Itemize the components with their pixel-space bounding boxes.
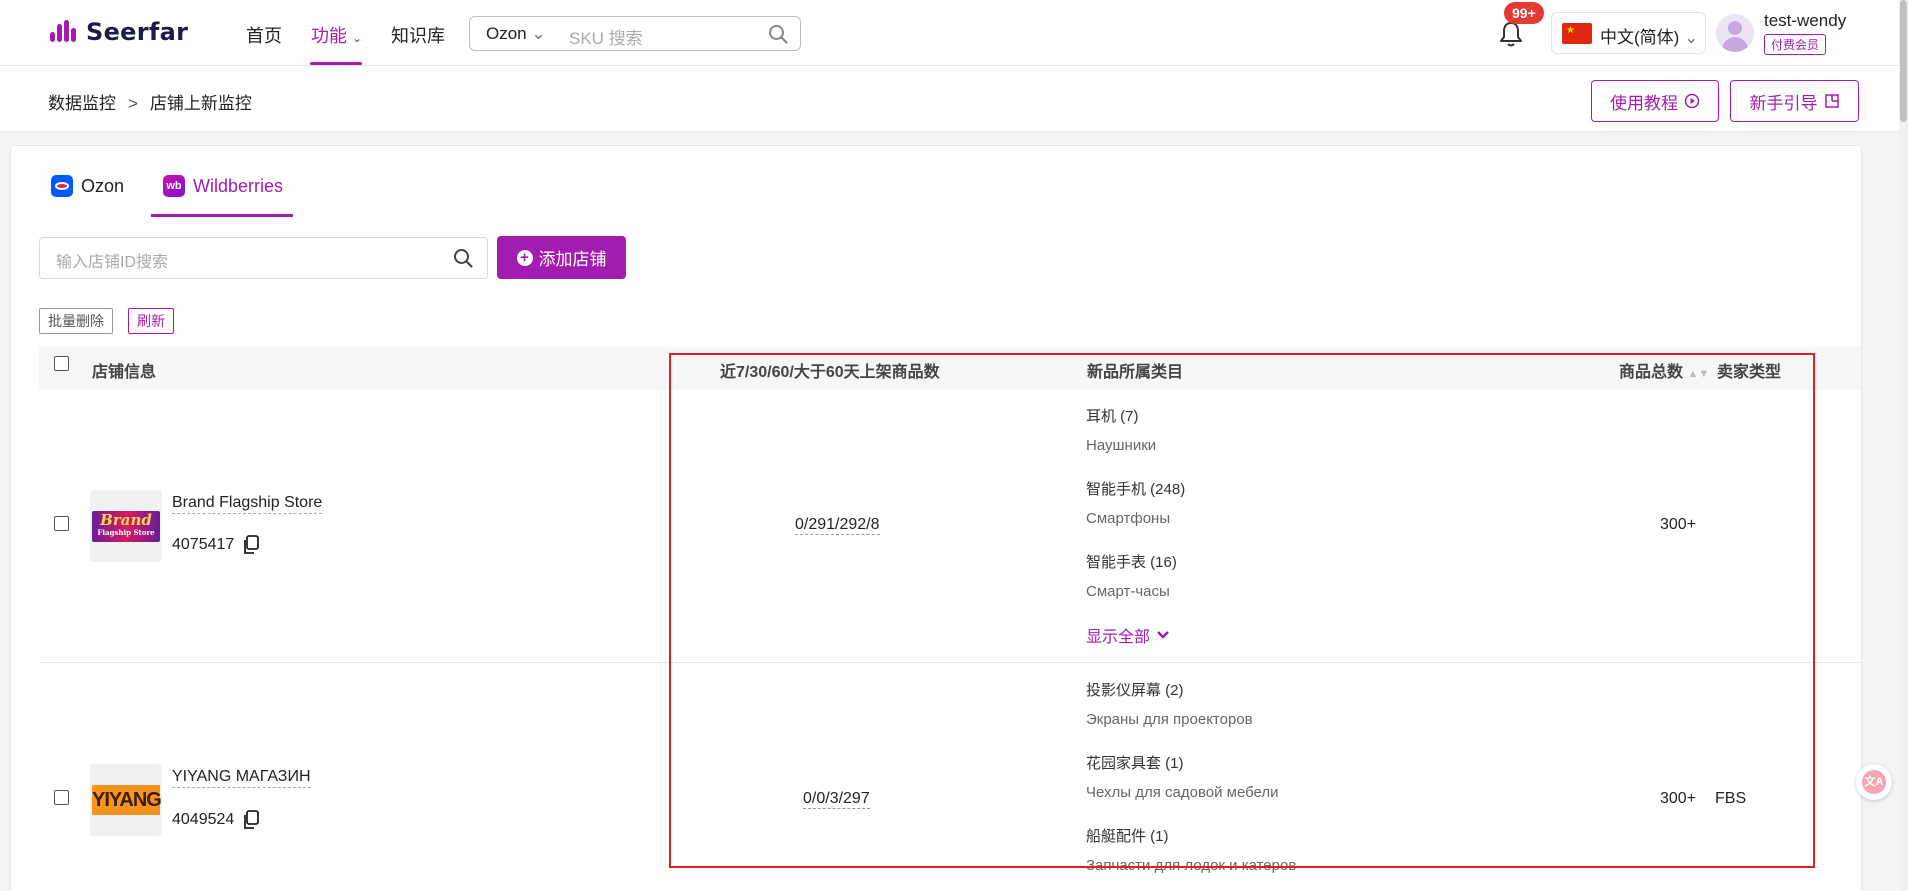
nav-active-underline [310, 62, 362, 65]
member-badge: 付费会员 [1764, 34, 1827, 55]
user-name[interactable]: test-wendy [1764, 11, 1846, 31]
ozon-logo-icon [51, 175, 73, 197]
top-navbar: Seerfar 首页 功能 ⌄ 知识库 Ozon ⌄ SKU 搜索 99+ ★ … [0, 0, 1908, 66]
add-shop-label: 添加店铺 [538, 250, 607, 269]
user-avatar[interactable] [1716, 14, 1754, 52]
language-select[interactable]: ★ 中文(简体) ⌄ [1551, 12, 1706, 54]
header-listing-counts: 近7/30/60/大于60天上架商品数 [720, 364, 940, 381]
language-label: 中文(简体) [1600, 28, 1680, 47]
listing-counts[interactable]: 0/291/292/8 [795, 516, 880, 535]
category-zh: 智能手机 (248) [1086, 481, 1186, 498]
shop-id-search-input[interactable]: 输入店铺ID搜索 [56, 248, 168, 272]
show-all-link[interactable]: 显示全部 [1086, 623, 1170, 647]
platform-select[interactable]: Ozon ⌄ [486, 24, 546, 44]
notification-badge: 99+ [1504, 2, 1544, 24]
nav-home[interactable]: 首页 [246, 22, 282, 48]
listing-counts[interactable]: 0/0/3/297 [803, 790, 870, 809]
breadcrumb-parent[interactable]: 数据监控 [48, 94, 116, 113]
vertical-scrollbar[interactable] [1899, 0, 1908, 891]
chevron-down-icon: ⌄ [352, 31, 363, 45]
sort-icon: ▲▼ [1687, 368, 1710, 380]
breadcrumb-current: 店铺上新监控 [149, 94, 252, 113]
total-products: 300+ [1660, 516, 1697, 533]
play-circle-icon [1684, 93, 1700, 109]
category-ru: Запчасти для лодок и катеров [1086, 857, 1297, 874]
wildberries-logo-icon: wb [163, 175, 185, 197]
copy-icon[interactable] [242, 810, 260, 830]
logo-text: Seerfar [86, 18, 189, 46]
shop-id-value: 4075417 [172, 536, 235, 553]
batch-delete-button[interactable]: 批量删除 [39, 308, 113, 334]
translate-icon: 文A [1862, 770, 1886, 794]
shop-name[interactable]: YIYANG МАГАЗИН [172, 768, 311, 788]
nav-features-label: 功能 [311, 26, 347, 46]
breadcrumb: 数据监控 > 店铺上新监控 [48, 89, 252, 114]
plus-circle-icon: + [516, 249, 533, 266]
scrollbar-thumb[interactable] [1900, 0, 1907, 122]
guide-button[interactable]: 新手引导 [1730, 80, 1859, 122]
guide-book-icon [1824, 94, 1839, 108]
shop-logo[interactable]: YIYANG [90, 764, 162, 836]
shop-id: 4049524 [172, 810, 260, 830]
category-ru: Экраны для проекторов [1086, 711, 1253, 728]
shop-id-search: 输入店铺ID搜索 [39, 237, 488, 279]
category-ru: Смарт-часы [1086, 583, 1170, 600]
category-zh: 耳机 (7) [1086, 408, 1139, 425]
guide-button-label: 新手引导 [1749, 93, 1818, 113]
category-zh: 花园家具套 (1) [1086, 755, 1184, 772]
category-ru: Чехлы для садовой мебели [1086, 784, 1279, 801]
category-zh: 船艇配件 (1) [1086, 828, 1169, 845]
shop-id: 4075417 [172, 535, 260, 555]
sku-search-box: Ozon ⌄ SKU 搜索 [469, 16, 801, 51]
china-flag-icon: ★ [1562, 23, 1592, 44]
tab-active-underline [151, 214, 293, 217]
total-products: 300+ [1660, 790, 1697, 807]
header-seller-type: 卖家类型 [1717, 364, 1782, 381]
chevron-down-icon: ⌄ [1684, 28, 1699, 47]
refresh-button[interactable]: 刷新 [128, 308, 174, 334]
chevron-down-icon [1157, 631, 1169, 639]
sku-search-input[interactable]: SKU 搜索 [569, 24, 643, 49]
tab-wildberries[interactable]: wb Wildberries [163, 175, 283, 197]
shop-name[interactable]: Brand Flagship Store [172, 494, 323, 514]
bell-icon[interactable] [1498, 20, 1524, 48]
tab-wildberries-label: Wildberries [193, 175, 284, 196]
table-header: 店铺信息 近7/30/60/大于60天上架商品数 新品所属类目 商品总数 ▲▼ … [39, 346, 1861, 390]
category-ru: Наушники [1086, 437, 1157, 454]
header-total[interactable]: 商品总数 ▲▼ [1619, 358, 1709, 382]
chevron-down-icon: ⌄ [531, 24, 546, 43]
header-shop-info: 店铺信息 [92, 364, 157, 381]
platform-select-value: Ozon [486, 24, 527, 43]
category-zh: 智能手表 (16) [1086, 554, 1177, 571]
seller-type: FBS [1715, 790, 1747, 807]
row-checkbox[interactable] [54, 790, 69, 805]
nav-knowledge[interactable]: 知识库 [391, 22, 445, 48]
tab-ozon[interactable]: Ozon [51, 175, 124, 197]
header-categories: 新品所属类目 [1087, 364, 1184, 381]
copy-icon[interactable] [242, 535, 260, 555]
tutorial-button-label: 使用教程 [1610, 93, 1678, 113]
shop-logo[interactable]: Brand Flagship Store [90, 490, 162, 562]
search-icon[interactable] [453, 248, 473, 268]
search-icon[interactable] [768, 24, 788, 44]
translate-float-button[interactable]: 文A [1856, 764, 1892, 800]
nav-features[interactable]: 功能 ⌄ [311, 22, 362, 48]
category-zh: 投影仪屏幕 (2) [1086, 682, 1184, 699]
header-total-label: 商品总数 [1619, 364, 1684, 381]
tab-ozon-label: Ozon [81, 175, 125, 196]
category-ru: Смартфоны [1086, 510, 1171, 527]
select-all-checkbox[interactable] [54, 356, 69, 371]
seerfar-logo[interactable]: Seerfar [50, 18, 188, 46]
shop-id-value: 4049524 [172, 811, 235, 828]
brand-logo-image: Brand Flagship Store [92, 511, 160, 542]
row-divider [39, 662, 1861, 663]
tutorial-button[interactable]: 使用教程 [1591, 80, 1719, 122]
add-shop-button[interactable]: + 添加店铺 [497, 236, 626, 279]
logo-mark-icon [50, 19, 80, 45]
show-all-label: 显示全部 [1086, 629, 1151, 646]
breadcrumb-separator: > [128, 94, 138, 113]
row-checkbox[interactable] [54, 516, 69, 531]
yiyang-logo-image: YIYANG [92, 785, 162, 815]
